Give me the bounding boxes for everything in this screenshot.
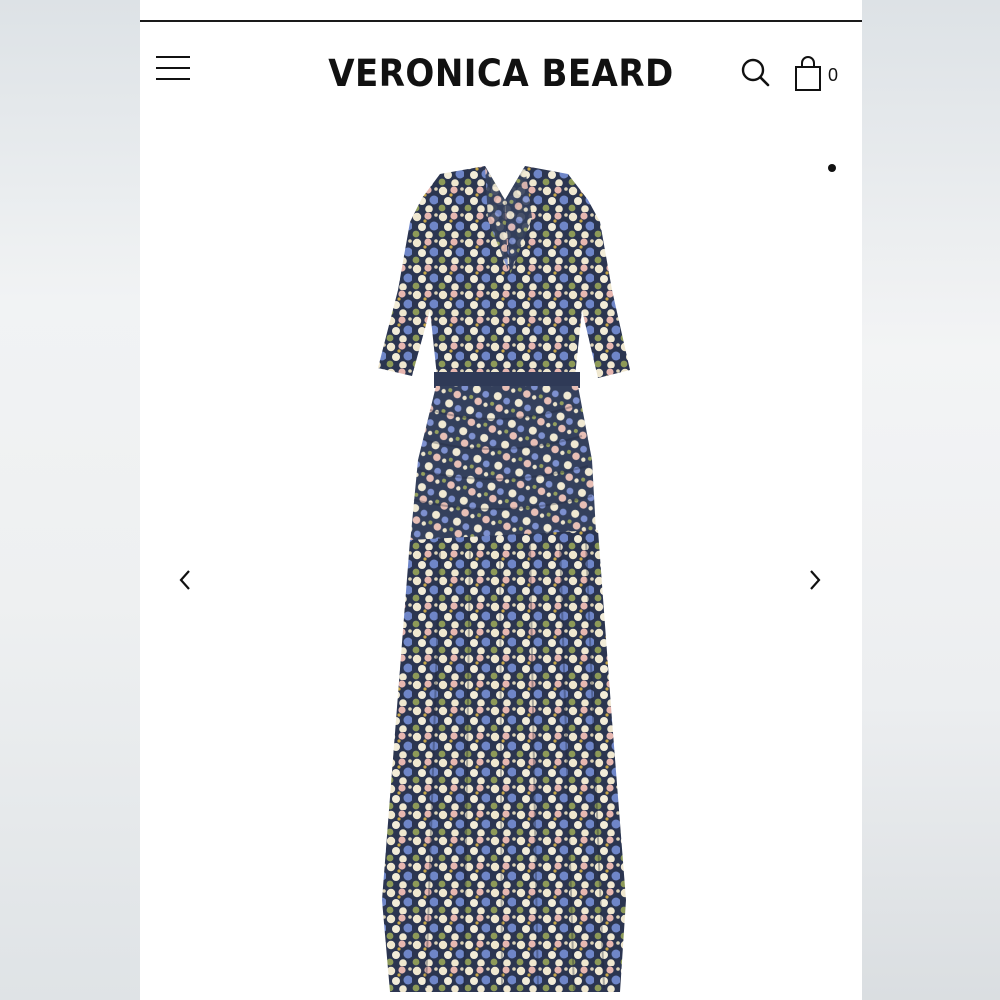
background-left [0, 0, 140, 1000]
brand-logo[interactable]: VERONICA BEARD [169, 48, 833, 100]
carousel-next-button[interactable] [802, 565, 826, 595]
background-right [862, 0, 1000, 1000]
search-button[interactable] [740, 57, 772, 89]
header-divider [140, 20, 862, 22]
carousel-prev-button[interactable] [174, 565, 198, 595]
search-icon [741, 58, 770, 87]
product-image[interactable] [360, 160, 650, 1000]
cart-button[interactable]: 0 [794, 55, 846, 93]
chevron-right-icon [810, 570, 821, 590]
carousel-dot-active[interactable] [828, 164, 836, 172]
shopping-bag-icon [795, 56, 821, 91]
product-page: VERONICA BEARD 0 [140, 0, 862, 1000]
cart-count: 0 [828, 65, 839, 85]
chevron-left-icon [179, 570, 190, 590]
